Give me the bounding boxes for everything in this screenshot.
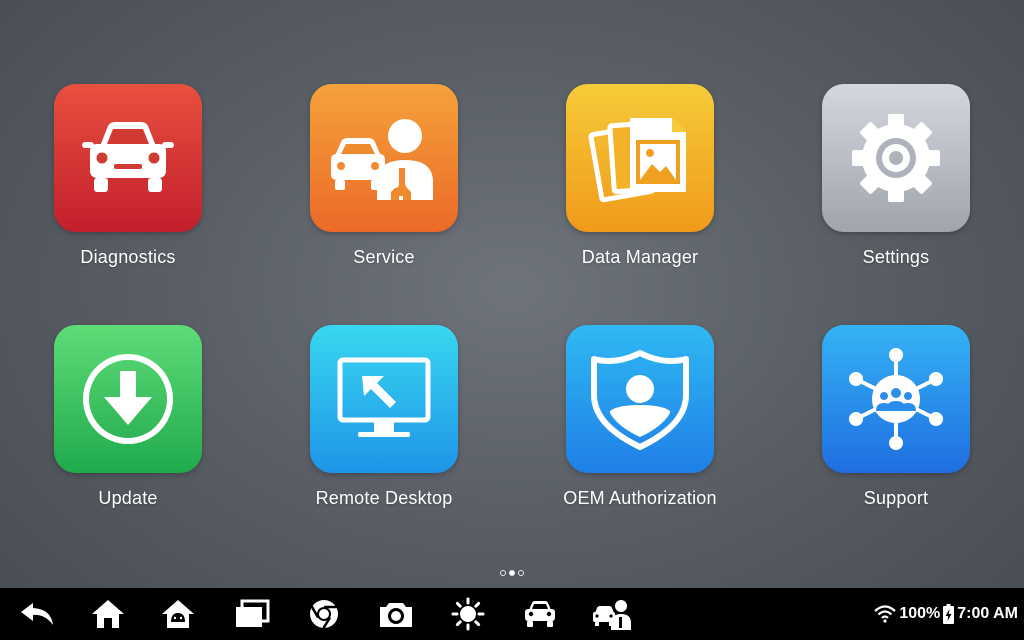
back-button[interactable] xyxy=(17,596,57,632)
app-oem-authorization[interactable]: OEM Authorization xyxy=(540,325,740,525)
gear-icon xyxy=(822,84,970,232)
recent-windows-icon xyxy=(236,599,270,627)
page-dot-active[interactable] xyxy=(509,570,515,576)
app-label: Support xyxy=(863,488,929,508)
brightness-icon xyxy=(451,597,485,631)
app-data-manager[interactable]: Data Manager xyxy=(540,84,740,284)
monitor-cursor-icon xyxy=(310,325,458,473)
car-front-icon xyxy=(54,84,202,232)
app-label: OEM Authorization xyxy=(563,488,717,508)
page-dot[interactable] xyxy=(518,570,524,576)
back-arrow-icon xyxy=(21,603,53,625)
wifi-icon xyxy=(874,605,897,623)
diagnostics-shortcut-button[interactable] xyxy=(520,596,560,632)
camera-icon xyxy=(380,603,412,627)
taskbar: 100% 7:00 AM xyxy=(0,588,1024,640)
car-technician-icon xyxy=(310,84,458,232)
app-update[interactable]: Update xyxy=(28,325,228,525)
battery-percent: 100% xyxy=(899,605,941,622)
battery-charging-icon xyxy=(943,604,955,624)
browser-button[interactable] xyxy=(304,596,344,632)
app-diagnostics[interactable]: Diagnostics xyxy=(28,84,228,284)
shield-user-icon xyxy=(566,325,714,473)
app-label: Diagnostics xyxy=(80,247,176,267)
photo-files-icon xyxy=(566,84,714,232)
app-support[interactable]: Support xyxy=(796,325,996,525)
status-bar: 100% 7:00 AM xyxy=(874,588,1018,640)
app-service[interactable]: Service xyxy=(284,84,484,284)
android-home-icon xyxy=(162,600,194,628)
clock: 7:00 AM xyxy=(957,605,1018,622)
app-label: Settings xyxy=(862,247,930,267)
page-indicator[interactable] xyxy=(0,570,1024,576)
home-button[interactable] xyxy=(88,596,128,632)
app-label: Service xyxy=(353,247,415,267)
download-arrow-icon xyxy=(54,325,202,473)
brightness-button[interactable] xyxy=(448,596,488,632)
recent-apps-button[interactable] xyxy=(232,596,272,632)
chrome-browser-icon xyxy=(310,600,338,629)
app-label: Update xyxy=(98,488,158,508)
app-label: Data Manager xyxy=(581,247,699,267)
app-settings[interactable]: Settings xyxy=(796,84,996,284)
android-home-button[interactable] xyxy=(158,596,198,632)
car-technician-icon xyxy=(593,600,631,630)
network-users-icon xyxy=(822,325,970,473)
page-dot[interactable] xyxy=(500,570,506,576)
camera-button[interactable] xyxy=(376,596,416,632)
service-shortcut-button[interactable] xyxy=(592,596,632,632)
app-label: Remote Desktop xyxy=(315,488,453,508)
car-icon xyxy=(525,601,555,627)
app-launcher: Diagnostics Service Data Manager Setting… xyxy=(0,0,1024,588)
app-remote-desktop[interactable]: Remote Desktop xyxy=(284,325,484,525)
home-icon xyxy=(92,600,124,628)
